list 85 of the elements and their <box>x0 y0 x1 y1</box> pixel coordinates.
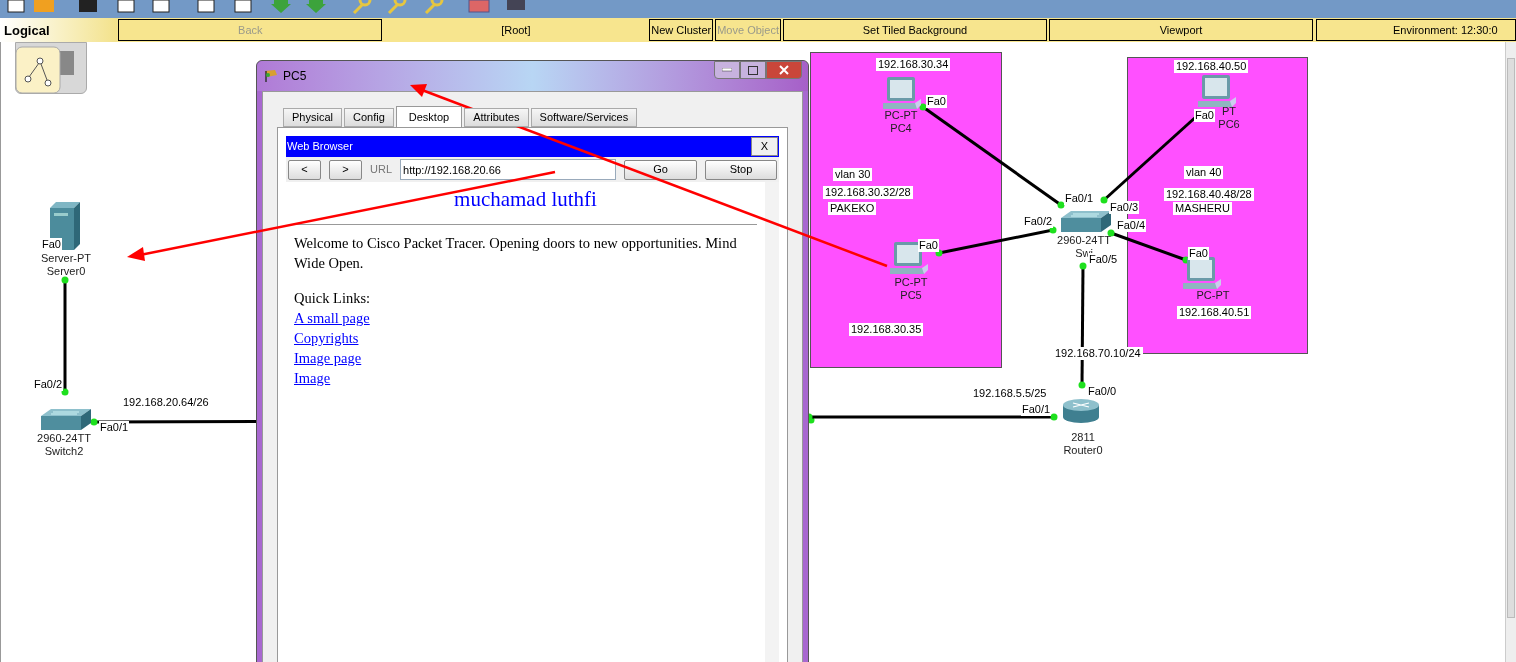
close-icon <box>779 65 789 75</box>
network-label: 192.168.30.32/28 <box>823 186 913 199</box>
port-label: Fa0/1 <box>99 421 130 434</box>
toolbar-button[interactable]: Set Tiled Background <box>782 19 1047 41</box>
network-label: MASHERU <box>1173 202 1232 215</box>
network-label: 192.168.70.10/24 <box>1053 347 1143 360</box>
maximize-icon <box>748 65 758 75</box>
welcome-paragraph: Welcome to Cisco Packet Tracer. Opening doors to new opportunities. Mind Wide Open. <box>294 234 738 273</box>
port-label: Fa0 <box>1188 247 1209 260</box>
port-label: Fa0 <box>41 238 62 251</box>
tab[interactable]: Attributes <box>464 108 529 127</box>
tab[interactable]: Physical <box>283 108 342 127</box>
environment-button[interactable]: Environment: 12:30:0 <box>1316 19 1516 41</box>
scrollbar-thumb[interactable] <box>1507 58 1515 618</box>
network-label: 192.168.5.5/25 <box>971 387 1049 400</box>
device-name-label: Router0 <box>1063 444 1103 457</box>
network-label: 192.168.40.50 <box>1174 60 1249 73</box>
device-name-label: PC6 <box>1218 118 1240 131</box>
device-name-label: Server0 <box>46 265 86 278</box>
toolbar-button[interactable]: New Cluster <box>649 19 714 41</box>
toolbar-button[interactable]: Viewport <box>1049 19 1313 41</box>
port-label: Fa0/2 <box>33 378 64 391</box>
port-label: Fa0/2 <box>1023 215 1054 228</box>
device-name-label: PC5 <box>900 289 922 302</box>
zoom-icon[interactable] <box>350 0 372 14</box>
page-link[interactable]: Copyrights <box>294 328 359 348</box>
device-name-label: Switch2 <box>44 445 84 458</box>
port-label: Fa0/1 <box>1021 403 1052 416</box>
url-field[interactable]: http://192.168.20.66 <box>400 159 616 180</box>
window-title: PC5 <box>283 68 307 85</box>
page-link[interactable]: A small page <box>294 308 370 328</box>
network-label: 192.168.30.35 <box>849 323 924 336</box>
url-label: URL <box>370 162 392 178</box>
port-label: Fa0/3 <box>1109 201 1140 214</box>
maximize-button[interactable] <box>740 61 766 79</box>
device-model-label: PC-PT <box>894 276 928 289</box>
zoom-icon[interactable] <box>385 0 407 14</box>
page-icon[interactable] <box>195 0 217 14</box>
quick-links-title: Quick Links: <box>294 289 371 308</box>
port-label: Fa0 <box>926 95 947 108</box>
network-label: 192.168.40.51 <box>1177 306 1252 319</box>
device-name-label: PC4 <box>890 122 912 135</box>
stop-button[interactable]: Stop <box>705 159 777 180</box>
port-label: Fa0/0 <box>1087 385 1118 398</box>
device-model-label: 2811 <box>1071 431 1095 444</box>
go-button[interactable]: Go <box>624 159 697 180</box>
network-label: 192.168.20.64/26 <box>121 396 211 409</box>
port-label: Fa0 <box>1194 109 1215 122</box>
device-model-label: PC-PT <box>1196 289 1230 302</box>
device-model-label: PC-PT <box>884 109 918 122</box>
switch-icon <box>1059 210 1113 234</box>
device-model-label: 2960-24TT <box>37 432 91 445</box>
device-model-label: 2960-24TT <box>1057 234 1111 247</box>
network-label: vlan 30 <box>833 168 873 181</box>
close-button[interactable] <box>766 61 802 79</box>
port-label: Fa0/5 <box>1088 253 1119 266</box>
minimize-button[interactable] <box>714 61 740 79</box>
network-label: 192.168.40.48/28 <box>1164 188 1254 201</box>
back-button[interactable]: < <box>288 159 321 180</box>
logical-mode-tab[interactable]: Logical <box>0 18 118 42</box>
zoom-icon[interactable] <box>422 0 444 14</box>
tab[interactable]: Config <box>343 108 394 127</box>
network-label: 192.168.30.34 <box>876 58 951 71</box>
tab[interactable]: Software/Services <box>530 108 638 127</box>
flag-icon <box>263 69 279 83</box>
page-heading: muchamad luthfi <box>454 186 597 212</box>
forward-button[interactable]: > <box>329 159 362 180</box>
port-label: Fa0/4 <box>1116 219 1147 232</box>
device-model-label: PT <box>1221 105 1237 118</box>
port-label: Fa0/1 <box>1064 192 1095 205</box>
switch-icon <box>39 408 93 432</box>
browser-title: Web Browser <box>287 139 353 155</box>
scrollbar-track[interactable] <box>765 182 779 662</box>
router-icon <box>1061 397 1101 425</box>
network-label: PAKEKO <box>828 202 877 215</box>
network-label: vlan 40 <box>1184 166 1224 179</box>
page-link[interactable]: Image <box>294 368 331 388</box>
tab[interactable]: Desktop <box>395 106 463 127</box>
page-icon[interactable] <box>232 0 254 14</box>
page-link[interactable]: Image page <box>294 348 362 368</box>
browser-close-button[interactable]: X <box>751 137 778 156</box>
device-model-label: Server-PT <box>40 252 92 265</box>
port-label: Fa0 <box>918 239 939 252</box>
minimize-icon <box>722 68 732 72</box>
logical-view-icon[interactable] <box>15 42 87 94</box>
